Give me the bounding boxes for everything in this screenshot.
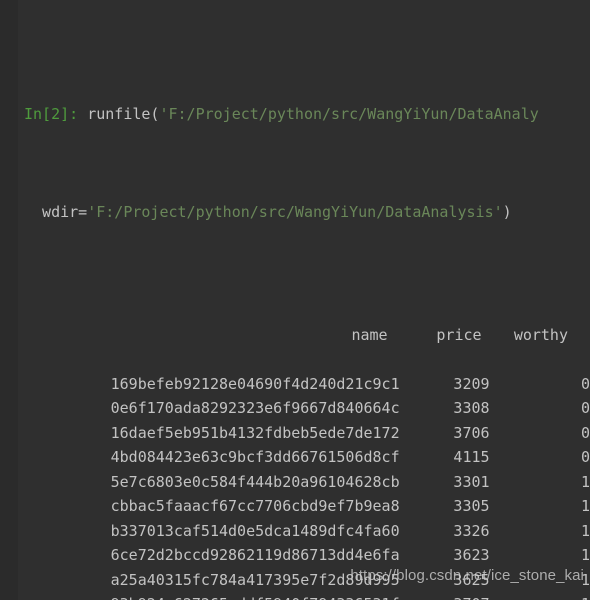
table-row: 13cbbac5faaacf67cc7706cbd9ef7b9ea833051 <box>0 494 590 519</box>
cell-worthy: 0 <box>580 423 590 442</box>
cell-worthy: 1 <box>580 497 590 515</box>
table-row: 316daef5eb951b4132fdbeb5ede7de17237060 <box>0 421 590 446</box>
cell-worthy: 1 <box>580 521 590 540</box>
dataframe-index-label-row: id <box>0 347 590 372</box>
table-row: 5b337013caf514d0e5dca1489dfc4fa6033261 <box>0 519 590 544</box>
index-row-blank-worthy <box>490 347 590 372</box>
column-header-worthy: worthy <box>513 325 568 344</box>
index-row-blank-price <box>400 347 490 372</box>
table-row: 15a25a40315fc784a417395e7f2d89d99536251 <box>0 568 590 593</box>
cell-worthy: 0 <box>580 448 590 466</box>
cell-price: 3706 <box>453 423 490 442</box>
runfile-call-text: runfile( <box>78 105 160 123</box>
table-row: 04bd084423e63c9bcf3dd66761506d8cf41150 <box>0 445 590 470</box>
index-row-blank-name <box>54 347 399 372</box>
table-row: 18169befeb92128e04690f4d240d21c9c132090 <box>0 372 590 397</box>
dataframe-body: 18169befeb92128e04690f4d240d21c9c1320901… <box>0 372 590 600</box>
cell-price: 3209 <box>453 374 490 393</box>
cell-worthy: 0 <box>580 399 590 417</box>
runfile-path-string: 'F:/Project/python/src/WangYiYun/DataAna… <box>159 105 539 123</box>
cell-price: 3625 <box>453 570 490 589</box>
column-header-price: price <box>436 325 482 344</box>
cell-name: 93b924e627265cddf5940f794336531f <box>54 592 400 600</box>
cell-name: 6ce72d2bccd92862119d86713dd4e6fa <box>110 546 400 564</box>
table-row: 16ce72d2bccd92862119d86713dd4e6fa36231 <box>0 543 590 568</box>
cell-price: 3326 <box>453 521 490 540</box>
ipython-console-output: In[2]: runfile('F:/Project/python/src/Wa… <box>0 0 590 600</box>
cell-name: 0e6f170ada8292323e6f9667d840664c <box>110 399 400 417</box>
cell-name: cbbac5faaacf67cc7706cbd9ef7b9ea8 <box>110 497 400 515</box>
cell-worthy: 1 <box>580 472 590 491</box>
cell-name: 16daef5eb951b4132fdbeb5ede7de172 <box>110 423 400 442</box>
cell-price: 3301 <box>453 472 490 491</box>
cell-worthy: 0 <box>580 374 590 393</box>
cell-worthy: 1 <box>580 570 590 589</box>
cell-price: 3308 <box>453 399 490 417</box>
table-row: 45e7c6803e0c584f444b20a96104628cb33011 <box>0 470 590 495</box>
cell-name: b337013caf514d0e5dca1489dfc4fa60 <box>110 521 400 540</box>
cell-price: 3623 <box>453 546 490 564</box>
cell-name: 4bd084423e63c9bcf3dd66761506d8cf <box>110 448 400 466</box>
input-prompt-label: In[2]: <box>24 105 79 123</box>
console-input-line-1: In[2]: runfile('F:/Project/python/src/Wa… <box>0 102 590 127</box>
dataframe-column-header-row: name price worthy <box>0 323 590 348</box>
cell-price: 3305 <box>453 497 490 515</box>
table-row: 160e6f170ada8292323e6f9667d840664c33080 <box>0 396 590 421</box>
cell-name: 169befeb92128e04690f4d240d21c9c1 <box>110 374 400 393</box>
wdir-path-string: 'F:/Project/python/src/WangYiYun/DataAna… <box>87 203 503 221</box>
cell-worthy: 1 <box>580 546 590 564</box>
cell-price: 3707 <box>400 592 489 600</box>
dataframe-header: name price worthy id <box>0 323 590 372</box>
closing-paren-text: ) <box>502 203 512 221</box>
cell-worthy: 1 <box>490 592 590 600</box>
console-content: In[2]: runfile('F:/Project/python/src/Wa… <box>0 0 590 600</box>
wdir-keyword-text: wdir= <box>24 203 88 221</box>
cell-price: 4115 <box>453 448 490 466</box>
cell-name: a25a40315fc784a417395e7f2d89d995 <box>110 570 400 589</box>
console-left-gutter <box>0 0 18 600</box>
table-row: 793b924e627265cddf5940f794336531f37071 <box>0 592 590 600</box>
cell-name: 5e7c6803e0c584f444b20a96104628cb <box>110 472 400 491</box>
dataframe-output-table: name price worthy id 18169befeb92128e046… <box>0 323 590 600</box>
column-header-name: name <box>351 325 388 344</box>
console-input-line-2: wdir='F:/Project/python/src/WangYiYun/Da… <box>0 200 590 225</box>
